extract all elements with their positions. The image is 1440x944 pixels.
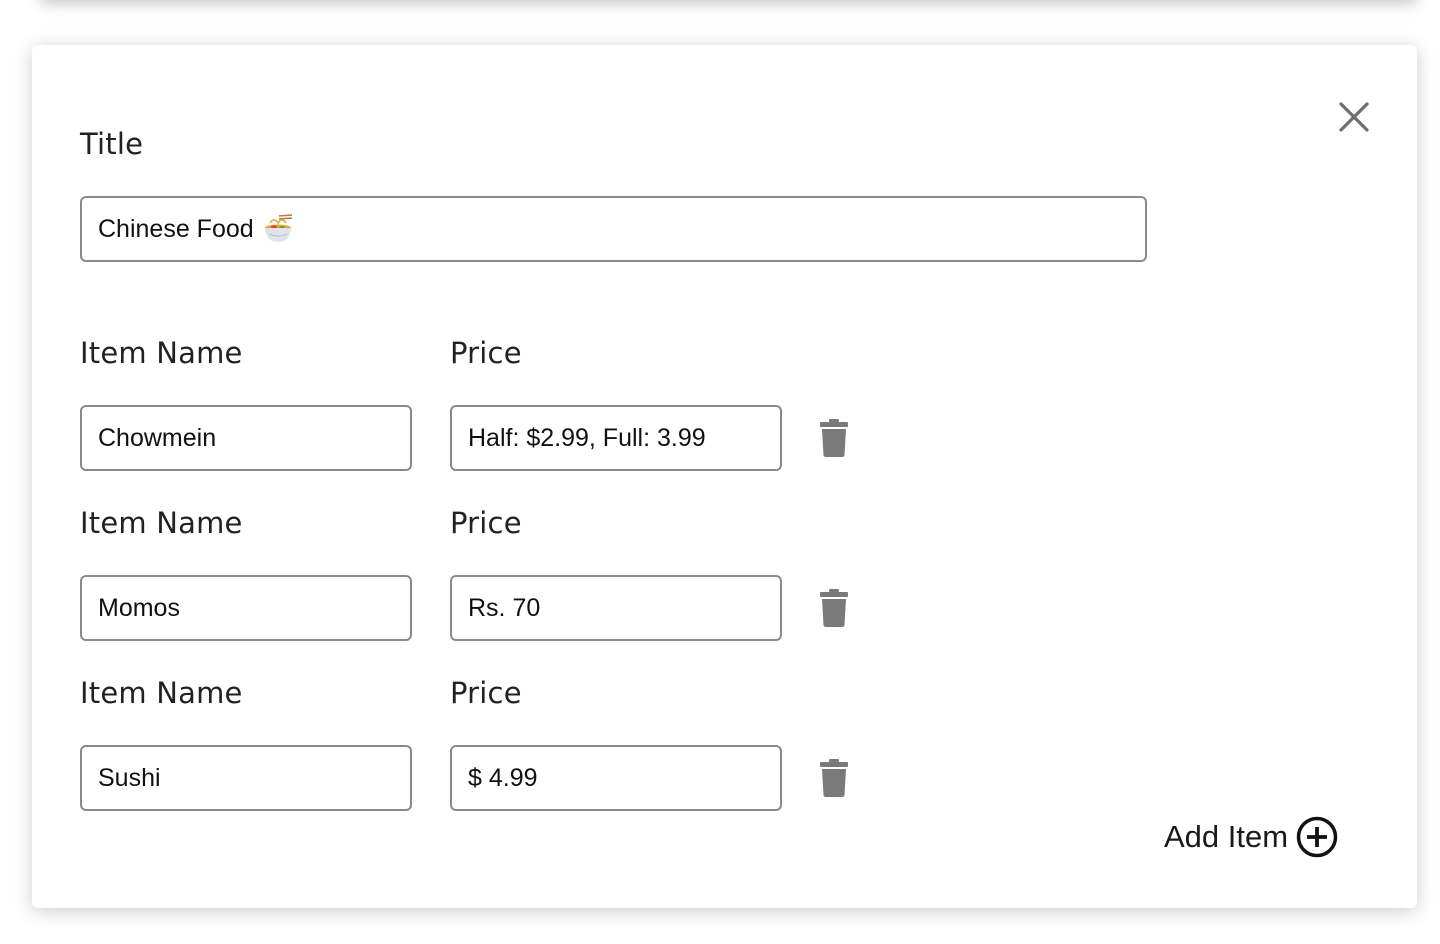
item-name-input[interactable] [82,577,410,639]
price-label: Price [450,336,522,370]
price-label: Price [450,676,522,710]
item-name-field[interactable] [80,405,412,471]
add-item-button[interactable]: Add Item [1164,815,1338,859]
title-input[interactable]: Chinese Food [80,196,1147,262]
price-input[interactable] [452,407,780,469]
item-name-input[interactable] [82,407,410,469]
price-input[interactable] [452,747,780,809]
item-name-field[interactable] [80,745,412,811]
title-value: Chinese Food [98,214,254,243]
trash-icon[interactable] [820,589,848,627]
trash-icon[interactable] [820,759,848,797]
add-item-label: Add Item [1164,819,1289,854]
price-field[interactable] [450,745,782,811]
noodle-bowl-icon [264,214,292,242]
menu-edit-card: Title Chinese Food Item Name Price Chowm… [32,45,1417,908]
item-name-label: Item Name [80,506,243,540]
plus-circle-icon [1296,816,1338,858]
trash-icon[interactable] [820,419,848,457]
price-input[interactable] [452,577,780,639]
price-field[interactable] [450,575,782,641]
price-label: Price [450,506,522,540]
close-icon[interactable] [1338,101,1370,133]
price-field[interactable] [450,405,782,471]
item-name-label: Item Name [80,336,243,370]
item-name-input[interactable] [82,747,410,809]
item-name-label: Item Name [80,676,243,710]
item-name-field[interactable] [80,575,412,641]
title-label: Title [80,127,144,161]
